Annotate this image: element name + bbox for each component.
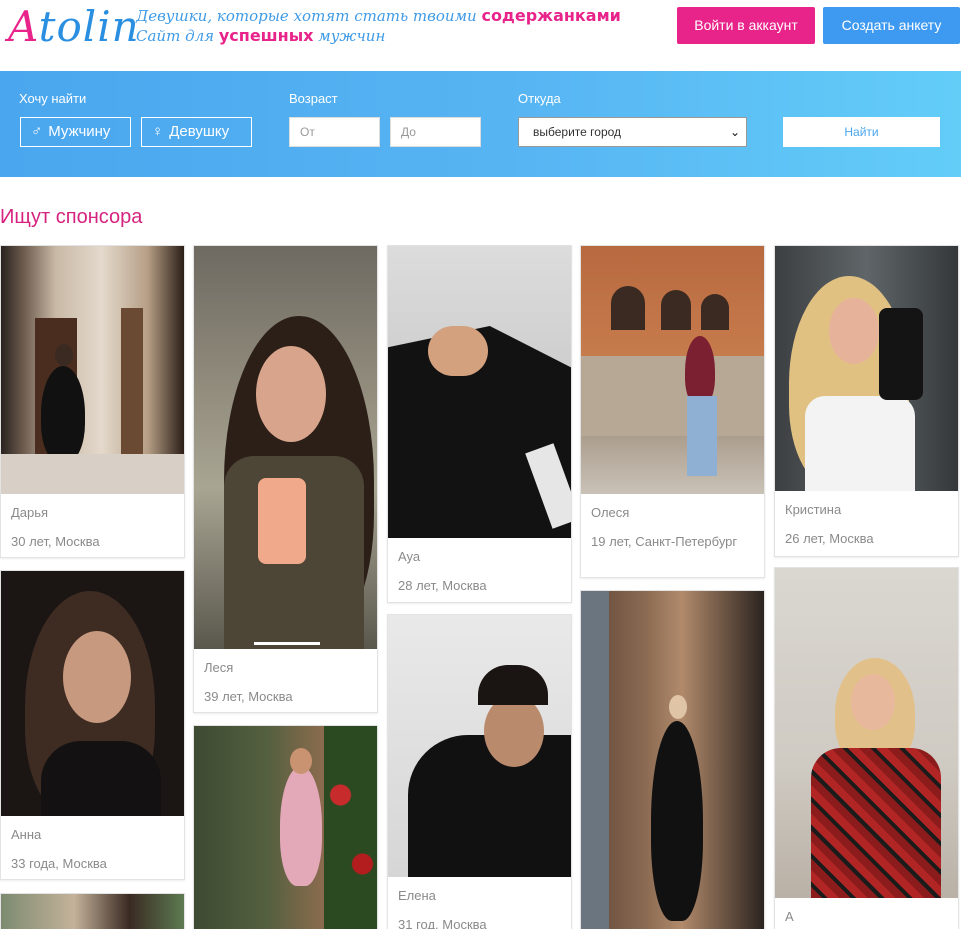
female-icon: ♀ [152,123,164,140]
profile-photo[interactable] [1,246,184,494]
tagline-line1-emphasis: содержанками [481,6,621,25]
login-button[interactable]: Войти в аккаунт [677,7,815,44]
profile-photo[interactable] [581,591,764,929]
profile-card[interactable]: Анна 33 года, Москва [0,570,185,880]
male-icon: ♂ [31,123,43,140]
find-button[interactable]: Найти [783,117,940,147]
profile-name: Елена [398,888,436,903]
profile-card[interactable] [193,725,378,929]
profile-photo[interactable] [194,726,377,929]
profile-photo[interactable] [775,568,958,898]
profile-info: 31 год, Москва [398,917,487,929]
photo-shape [478,665,548,705]
profile-name: Олеся [591,505,630,520]
profile-info: 33 года, Москва [11,856,107,871]
profile-card[interactable]: Елена 31 год, Москва [387,614,572,929]
profile-card[interactable]: Ауа 28 лет, Москва [387,245,572,603]
profile-info: 30 лет, Москва [11,534,100,549]
profile-info: 26 лет, Москва [785,531,874,546]
phone-shape [879,308,923,400]
photo-shape [829,298,879,364]
from-label: Откуда [518,91,561,106]
logo[interactable]: Atolin [8,2,140,51]
photo-shape [408,735,571,877]
profile-card[interactable]: Леся 39 лет, Москва [193,245,378,713]
photo-shape [805,396,915,491]
profile-photo[interactable] [1,571,184,816]
gender-female-button[interactable]: ♀ Девушку [141,117,252,147]
profile-name: А [785,909,794,924]
photo-shape [41,366,85,462]
tagline-line2: Сайт для [136,27,219,45]
photo-shape [851,674,895,730]
profile-card[interactable]: Дарья 30 лет, Москва [0,245,185,558]
photo-shape [484,695,544,767]
photo-shape [256,346,326,442]
city-select-value: выберите город [533,125,622,139]
section-title: Ищут спонсора [0,206,143,228]
chevron-down-icon: ⌄ [729,125,740,139]
profile-card[interactable]: А [774,567,959,929]
search-panel: Хочу найти ♂ Мужчину ♀ Девушку Возраст От … [0,71,961,177]
tagline: Девушки, которые хотят стать твоими соде… [136,6,621,46]
profile-card[interactable] [0,893,185,929]
photo-shape [669,695,687,719]
create-profile-button[interactable]: Создать анкету [823,7,960,44]
photo-shape [687,396,717,476]
profile-card[interactable]: Олеся 19 лет, Санкт-Петербург [580,245,765,578]
photo-shape [701,294,729,330]
photo-shape [324,726,377,929]
age-to-input[interactable]: До [390,117,481,147]
photo-shape [55,344,73,366]
photo-shape [811,748,941,898]
photo-shape [280,766,322,886]
photo-shape [1,454,184,494]
profile-photo[interactable] [775,246,958,491]
male-label: Мужчину [48,123,111,140]
profile-photo[interactable] [388,615,571,877]
photo-shape [581,356,764,436]
profile-info: 28 лет, Москва [398,578,487,593]
profile-card[interactable]: Кристина 26 лет, Москва [774,245,959,557]
profile-photo[interactable] [1,894,184,929]
city-select[interactable]: выберите город ⌄ [518,117,747,147]
profile-name: Леся [204,660,234,675]
tagline-line1: Девушки, которые хотят стать твоими [136,7,482,25]
age-from-input[interactable]: От [289,117,380,147]
profile-photo[interactable] [581,246,764,494]
header: Atolin Девушки, которые хотят стать твои… [0,0,962,60]
tagline-line2-suffix: мужчин [313,27,386,45]
photo-shape [581,591,609,929]
want-label: Хочу найти [19,91,87,106]
profile-photo[interactable] [194,246,377,649]
photo-shape [41,741,161,816]
tagline-line2-emphasis: успешных [218,26,314,45]
photo-shape [651,721,703,921]
profile-name: Ауа [398,549,421,564]
photo-shape [661,290,691,330]
profile-name: Дарья [11,505,49,520]
photo-shape [63,631,131,723]
profile-name: Кристина [785,502,842,517]
gender-male-button[interactable]: ♂ Мужчину [20,117,131,147]
profile-info: 39 лет, Москва [204,689,293,704]
female-label: Девушку [169,123,230,140]
profile-name: Анна [11,827,42,842]
photo-shape [611,286,645,330]
profile-info: 19 лет, Санкт-Петербург [591,534,738,549]
photo-shape [121,308,143,458]
photo-shape [290,748,312,774]
profile-card[interactable] [580,590,765,929]
age-label: Возраст [289,91,338,106]
photo-shape [428,326,488,376]
profile-photo[interactable] [388,246,571,538]
photo-shape [254,642,320,645]
phone-shape [258,478,306,564]
